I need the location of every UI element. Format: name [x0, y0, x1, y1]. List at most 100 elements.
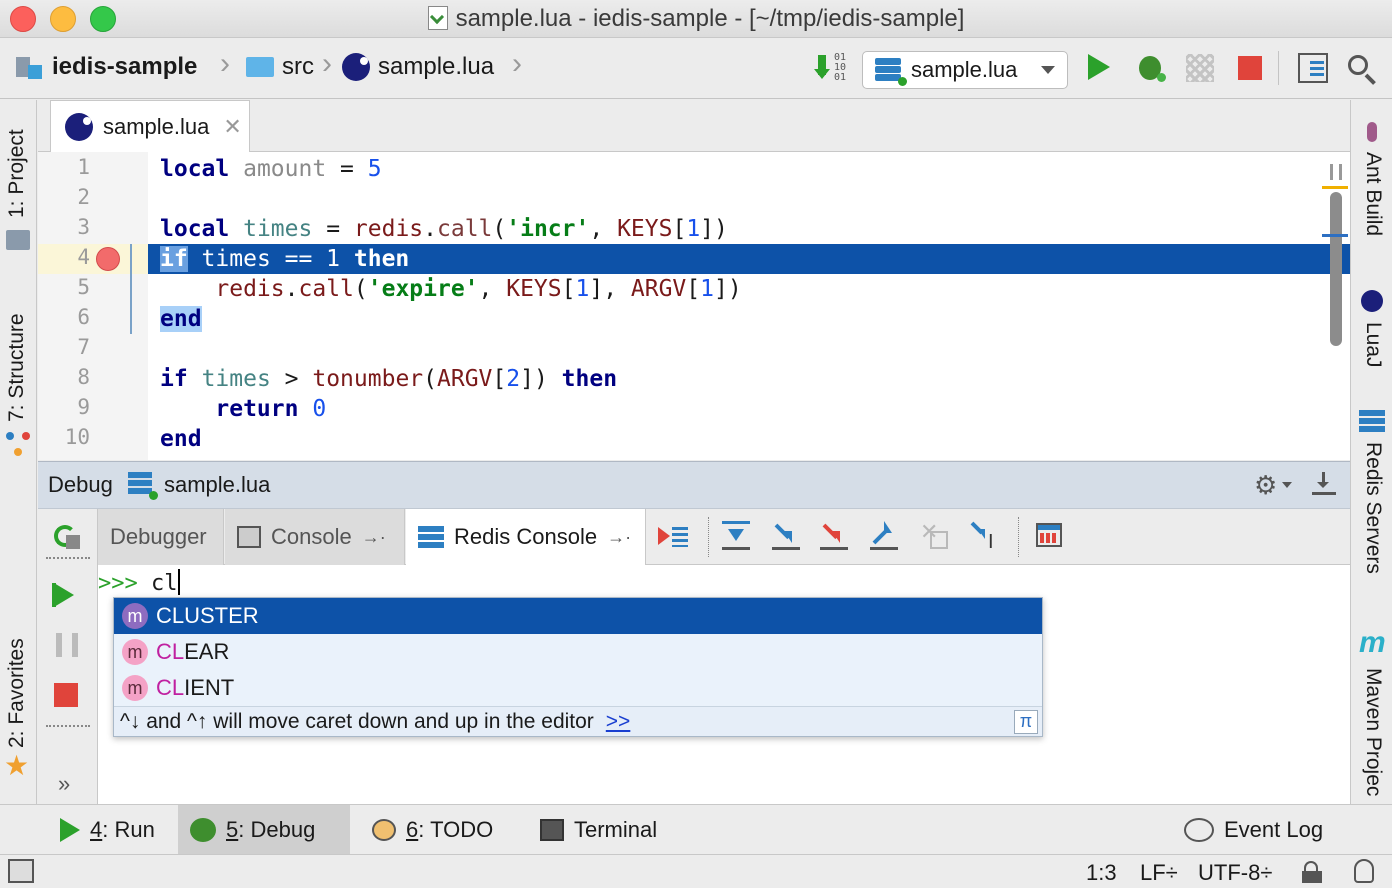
- pause-marker-icon: [1330, 164, 1342, 180]
- speech-bubble-icon: [1184, 818, 1214, 842]
- inspector-icon[interactable]: [1350, 859, 1378, 885]
- luaj-tool-button[interactable]: LuaJ: [1361, 322, 1385, 368]
- project-folder-icon: [16, 55, 44, 79]
- completion-item[interactable]: m CLIENT: [114, 670, 1042, 706]
- hide-panel-icon[interactable]: [1312, 472, 1336, 498]
- text-caret: [177, 569, 180, 595]
- drop-frame-icon[interactable]: ✕: [920, 519, 950, 551]
- editor-scrollbar[interactable]: [1330, 192, 1342, 346]
- title-bar: sample.lua - iedis-sample - [~/tmp/iedis…: [0, 0, 1392, 38]
- toolbar-separator: [708, 517, 709, 557]
- run-icon[interactable]: [1088, 54, 1110, 80]
- run-configuration-select[interactable]: sample.lua: [862, 51, 1068, 89]
- toolbar-divider: [1278, 51, 1279, 85]
- resume-bar: [52, 583, 56, 607]
- tab-debugger[interactable]: Debugger: [98, 509, 224, 565]
- editor-tab-sample-lua[interactable]: sample.lua ✕: [50, 100, 250, 152]
- completion-hint-text: ^↓ and ^↑ will move caret down and up in…: [120, 709, 594, 733]
- step-into-icon[interactable]: [772, 521, 800, 553]
- console-prompt: >>>: [98, 571, 138, 596]
- completion-item-label: CLUSTER: [156, 603, 259, 628]
- run-tool-button[interactable]: 4: Run: [48, 805, 167, 855]
- step-out-icon[interactable]: [870, 521, 898, 553]
- code-editor[interactable]: local amount = 5 local times = redis.cal…: [148, 152, 1350, 460]
- toggle-tool-windows-icon[interactable]: [8, 859, 34, 883]
- evaluate-expression-icon[interactable]: [1036, 523, 1062, 547]
- ant-icon: [1359, 118, 1385, 146]
- completion-hint-link[interactable]: >>: [606, 710, 631, 734]
- code-line-8: if times > tonumber(ARGV[2]) then: [160, 366, 618, 392]
- line-number: 8: [77, 365, 90, 389]
- breadcrumb-file[interactable]: sample.lua: [342, 53, 494, 81]
- debug-tool-button[interactable]: 5: Debug: [178, 805, 350, 855]
- project-structure-icon[interactable]: [1298, 53, 1328, 83]
- terminal-tool-button[interactable]: Terminal: [528, 805, 669, 855]
- line-number: 10: [64, 425, 90, 449]
- console-icon: [237, 526, 261, 548]
- step-over-icon[interactable]: [722, 521, 750, 553]
- event-log-tool-label: Event Log: [1224, 817, 1324, 842]
- window-title-text: sample.lua - iedis-sample - [~/tmp/iedis…: [455, 5, 965, 32]
- fold-indicator: [130, 244, 132, 334]
- show-execution-point-icon[interactable]: [658, 523, 688, 551]
- maven-projects-tool-button[interactable]: Maven Projec: [1361, 668, 1385, 796]
- breadcrumb-file-label: sample.lua: [378, 53, 495, 80]
- pause-icon[interactable]: [56, 633, 78, 657]
- gear-icon[interactable]: ⚙: [1254, 472, 1277, 498]
- breadcrumb-src[interactable]: src: [246, 53, 314, 81]
- stop-icon[interactable]: [1238, 56, 1262, 80]
- lua-icon: [342, 53, 370, 81]
- terminal-tool-label: Terminal: [574, 817, 658, 842]
- code-line-10: end: [160, 426, 202, 452]
- pin-icon: →·: [361, 526, 386, 547]
- run-to-cursor-icon[interactable]: I: [970, 519, 1000, 553]
- more-actions-icon[interactable]: »: [58, 771, 70, 797]
- build-icon[interactable]: 01 10 01: [814, 53, 850, 85]
- completion-item[interactable]: m CLEAR: [114, 634, 1042, 670]
- run-configuration-label: sample.lua: [911, 57, 1018, 82]
- close-tab-icon[interactable]: ✕: [223, 114, 241, 140]
- debug-icon[interactable]: [1134, 52, 1166, 82]
- editor-gutter: 1 2 3 4 5 6 7 8 9 10: [38, 152, 148, 460]
- event-log-tool-button[interactable]: Event Log: [1172, 805, 1335, 855]
- completion-hint: ^↓ and ^↑ will move caret down and up in…: [114, 706, 1042, 736]
- line-number: 6: [77, 305, 90, 329]
- line-separator-select[interactable]: LF÷: [1140, 860, 1178, 886]
- maven-icon: m: [1359, 626, 1386, 659]
- encoding-select[interactable]: UTF-8÷: [1198, 860, 1272, 886]
- breadcrumb-project[interactable]: iedis-sample: [16, 53, 197, 81]
- tab-console[interactable]: Console →·: [225, 509, 405, 565]
- breadcrumb-project-label: iedis-sample: [52, 53, 198, 80]
- redis-servers-tool-button[interactable]: Redis Servers: [1361, 442, 1385, 574]
- structure-tool-button[interactable]: 7: Structure: [5, 313, 29, 422]
- stop-icon[interactable]: [54, 683, 78, 707]
- pi-icon[interactable]: π: [1014, 709, 1038, 734]
- status-bar: 1:3 LF÷ UTF-8÷: [0, 854, 1392, 888]
- todo-tool-button[interactable]: 6: TODO: [360, 805, 505, 855]
- force-step-into-icon[interactable]: [820, 521, 848, 553]
- debug-panel-title: Debug: [48, 472, 113, 497]
- lock-icon[interactable]: [1302, 861, 1324, 883]
- coverage-icon[interactable]: [1186, 54, 1214, 82]
- ant-build-tool-button[interactable]: Ant Build: [1361, 152, 1385, 236]
- right-tool-strip: Ant Build LuaJ Redis Servers m Maven Pro…: [1350, 100, 1392, 804]
- lua-icon: [65, 112, 93, 141]
- completion-item-label: CLEAR: [156, 639, 229, 665]
- tab-console-label: Console: [271, 524, 352, 549]
- breakpoint-icon[interactable]: [96, 247, 120, 271]
- caret-position[interactable]: 1:3: [1086, 860, 1117, 886]
- toolbar-separator: [46, 557, 90, 559]
- console-input-line[interactable]: >>> cl: [98, 569, 180, 596]
- rerun-icon[interactable]: [52, 521, 82, 551]
- project-tool-button[interactable]: 1: Project: [5, 129, 29, 218]
- redis-icon: [128, 472, 158, 500]
- resume-icon[interactable]: [54, 583, 74, 607]
- favorites-tool-button[interactable]: 2: Favorites: [5, 638, 29, 748]
- tab-redis-console[interactable]: Redis Console →·: [406, 509, 646, 565]
- search-icon[interactable]: [1346, 53, 1378, 85]
- completion-item[interactable]: m CLUSTER: [114, 598, 1042, 634]
- code-line-3: local times = redis.call('incr', KEYS[1]…: [160, 216, 728, 242]
- breadcrumb-separator-icon: ›: [322, 47, 332, 80]
- terminal-icon: [540, 819, 564, 841]
- console-input[interactable]: cl: [151, 571, 178, 596]
